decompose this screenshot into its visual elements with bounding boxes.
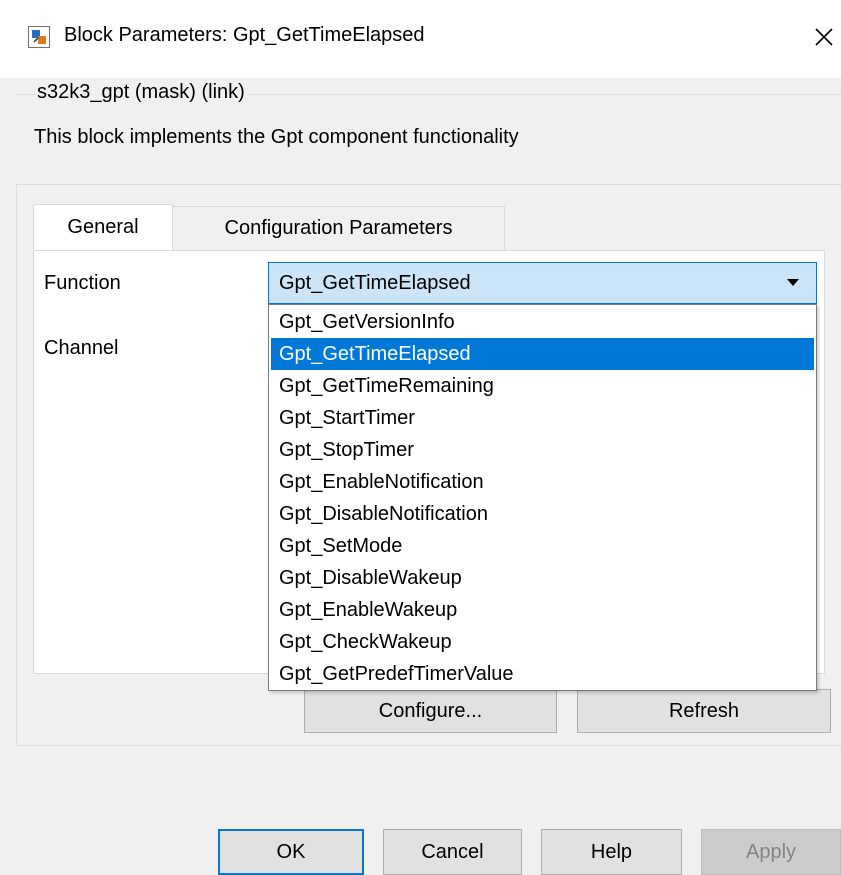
close-button[interactable] xyxy=(806,14,841,60)
help-button[interactable]: Help xyxy=(541,829,682,875)
function-select[interactable]: Gpt_GetTimeElapsed xyxy=(268,262,817,304)
tab-configuration-parameters[interactable]: Configuration Parameters xyxy=(173,206,505,250)
dropdown-option[interactable]: Gpt_DisableWakeup xyxy=(271,562,814,594)
dropdown-option[interactable]: Gpt_DisableNotification xyxy=(271,498,814,530)
close-icon xyxy=(815,28,833,46)
dropdown-option[interactable]: Gpt_StopTimer xyxy=(271,434,814,466)
refresh-button[interactable]: Refresh xyxy=(577,689,831,733)
apply-button[interactable]: Apply xyxy=(701,829,841,875)
cancel-button[interactable]: Cancel xyxy=(383,829,522,875)
dropdown-option[interactable]: Gpt_GetTimeRemaining xyxy=(271,370,814,402)
dropdown-option[interactable]: Gpt_EnableNotification xyxy=(271,466,814,498)
window-title: Block Parameters: Gpt_GetTimeElapsed xyxy=(64,24,425,46)
function-dropdown-list: Gpt_GetVersionInfo Gpt_GetTimeElapsed Gp… xyxy=(268,304,817,691)
dropdown-option-selected[interactable]: Gpt_GetTimeElapsed xyxy=(271,338,814,370)
chevron-down-icon[interactable] xyxy=(787,279,799,286)
dropdown-option[interactable]: Gpt_StartTimer xyxy=(271,402,814,434)
dropdown-option[interactable]: Gpt_GetVersionInfo xyxy=(271,306,814,338)
title-bar: Block Parameters: Gpt_GetTimeElapsed xyxy=(0,0,841,78)
tab-general[interactable]: General xyxy=(33,204,173,250)
channel-label: Channel xyxy=(44,337,119,359)
mask-description: This block implements the Gpt component … xyxy=(34,126,519,148)
dropdown-option[interactable]: Gpt_GetPredefTimerValue xyxy=(271,658,814,690)
dropdown-option[interactable]: Gpt_EnableWakeup xyxy=(271,594,814,626)
simulink-block-icon xyxy=(28,26,50,48)
mask-legend: s32k3_gpt (mask) (link) xyxy=(35,81,247,104)
function-label: Function xyxy=(44,272,121,294)
dropdown-option[interactable]: Gpt_CheckWakeup xyxy=(271,626,814,658)
configure-button[interactable]: Configure... xyxy=(304,689,557,733)
dropdown-option[interactable]: Gpt_SetMode xyxy=(271,530,814,562)
ok-button[interactable]: OK xyxy=(218,829,364,875)
function-select-value: Gpt_GetTimeElapsed xyxy=(279,272,471,294)
